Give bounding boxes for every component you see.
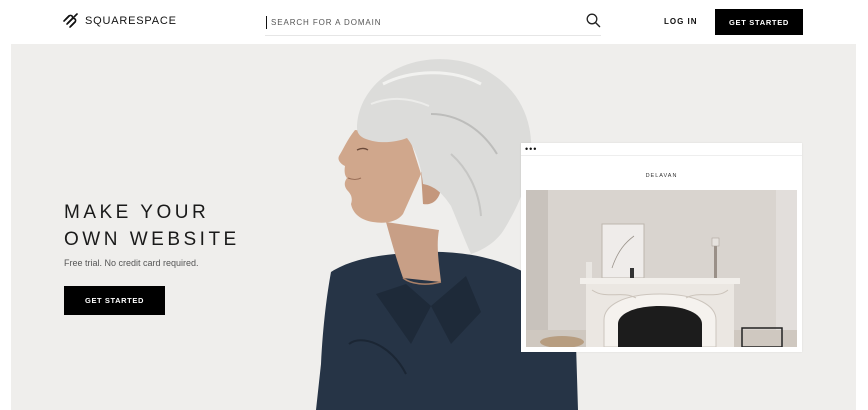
get-started-button-hero[interactable]: GET STARTED [64,286,165,315]
get-started-button-header[interactable]: GET STARTED [715,9,803,35]
squarespace-logo-icon [63,13,78,28]
brand-logo[interactable]: SQUARESPACE [62,13,177,29]
site-header: SQUARESPACE LOG IN GET STARTED [0,0,868,44]
preview-divider [521,155,802,156]
website-preview-card: ••• DELAVAN [521,143,802,352]
hero-subtext: Free trial. No credit card required. [64,258,199,268]
preview-site-name: DELAVAN [645,173,678,179]
headline-line-2: OWN WEBSITE [64,229,240,250]
brand-name: SQUARESPACE [85,15,177,27]
login-link[interactable]: LOG IN [664,17,698,26]
hero-headline: MAKE YOUR OWN WEBSITE [64,199,240,253]
headline-line-1: MAKE YOUR [64,202,210,223]
domain-search-input[interactable] [271,14,571,30]
hero-section: MAKE YOUR OWN WEBSITE Free trial. No cre… [11,44,856,410]
text-cursor [266,16,267,29]
window-dots-icon: ••• [525,144,538,154]
preview-interior-image [526,190,797,347]
domain-search [265,10,601,36]
search-icon[interactable] [586,13,601,28]
